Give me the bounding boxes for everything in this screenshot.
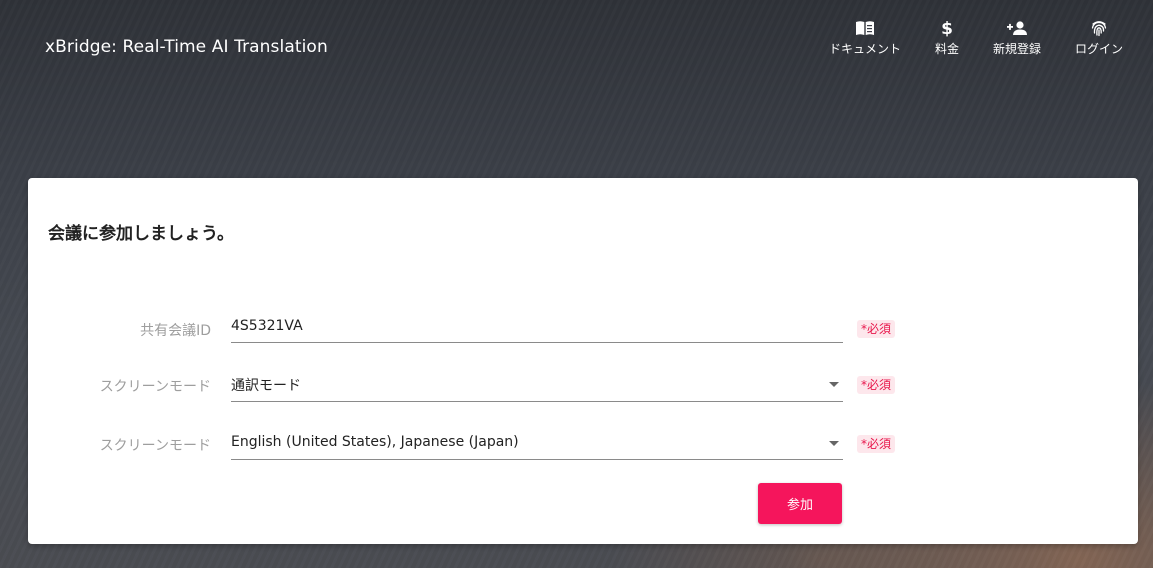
screen-mode-row: スクリーンモード 通訳モード *必須 <box>28 365 1138 405</box>
nav-login[interactable]: ログイン <box>1058 18 1123 57</box>
required-badge: *必須 <box>857 435 896 453</box>
join-meeting-card: 会議に参加しましょう。 共有会議ID 4S5321VA *必須 スクリーンモード… <box>28 178 1138 544</box>
nav-signup[interactable]: 新規登録 <box>976 18 1058 57</box>
dollar-icon: $ <box>936 18 958 38</box>
language-select[interactable]: English (United States), Japanese (Japan… <box>231 424 843 460</box>
book-icon <box>854 18 876 38</box>
meeting-id-value: 4S5321VA <box>231 318 303 334</box>
meeting-id-input[interactable]: 4S5321VA <box>231 309 843 343</box>
nav-pricing-label: 料金 <box>934 42 959 56</box>
chevron-down-icon <box>829 441 839 446</box>
screen-mode-value: 通訳モード <box>231 378 301 394</box>
top-app-bar: xBridge: Real-Time AI Translation ドキュメント… <box>0 0 1153 92</box>
nav-pricing[interactable]: $ 料金 <box>918 18 976 57</box>
language-label: スクリーンモード <box>99 438 211 454</box>
required-badge: *必須 <box>857 320 896 338</box>
nav-documents-label: ドキュメント <box>828 42 901 56</box>
meeting-id-row: 共有会議ID 4S5321VA *必須 <box>28 309 1138 349</box>
join-button[interactable]: 参加 <box>758 483 842 524</box>
svg-text:$: $ <box>941 19 953 37</box>
screen-mode-select[interactable]: 通訳モード <box>231 365 843 402</box>
chevron-down-icon <box>829 382 839 387</box>
page-title: 会議に参加しましょう。 <box>48 224 234 244</box>
nav-signup-label: 新規登録 <box>992 42 1041 56</box>
meeting-id-label: 共有会議ID <box>140 323 211 339</box>
language-row: スクリーンモード English (United States), Japane… <box>28 424 1138 464</box>
fingerprint-icon <box>1088 18 1110 38</box>
required-badge: *必須 <box>857 376 896 394</box>
language-value: English (United States), Japanese (Japan… <box>231 434 519 450</box>
person-add-icon <box>1006 18 1028 38</box>
app-title: xBridge: Real-Time AI Translation <box>45 37 328 57</box>
nav-documents[interactable]: ドキュメント <box>812 18 918 57</box>
top-nav: ドキュメント $ 料金 新規登録 ログイン <box>812 18 1123 57</box>
screen-mode-label: スクリーンモード <box>99 379 211 395</box>
nav-login-label: ログイン <box>1074 42 1123 56</box>
